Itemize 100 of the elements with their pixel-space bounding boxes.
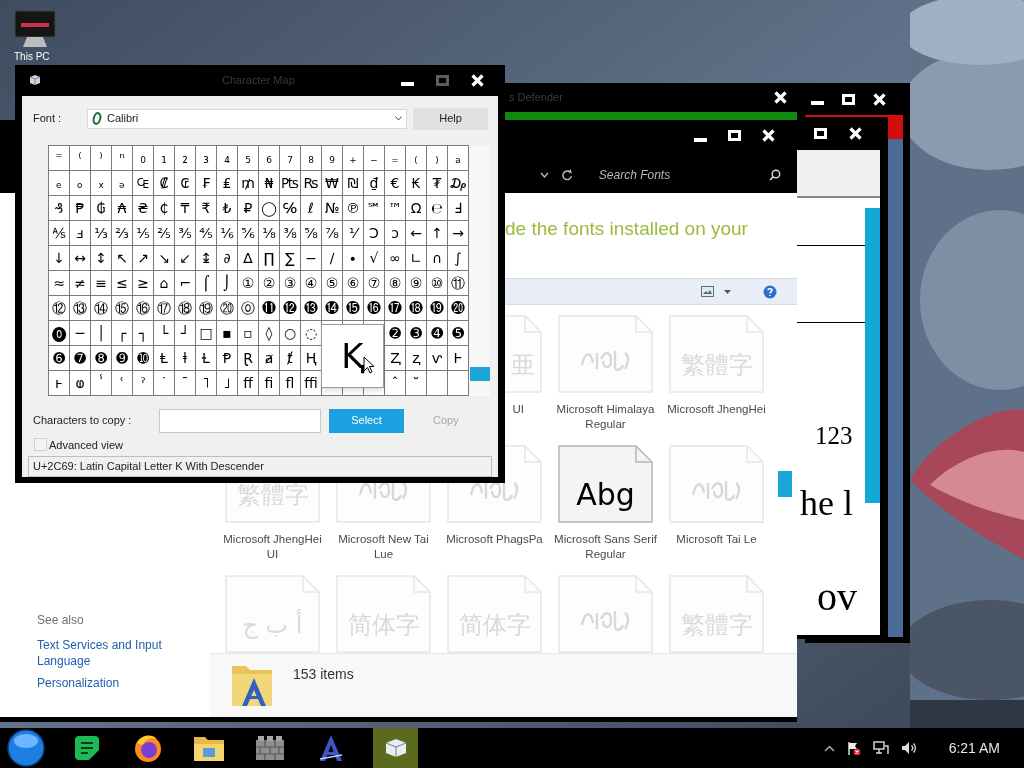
character-cell[interactable]: ℓ <box>301 195 321 220</box>
character-cell[interactable]: ⱷ <box>70 370 90 395</box>
character-cell[interactable]: ⅘ <box>196 220 216 245</box>
character-cell[interactable]: ₁ <box>154 145 174 170</box>
flag-icon[interactable] <box>846 740 861 756</box>
character-cell[interactable]: ℠ <box>364 195 384 220</box>
character-cell[interactable]: Ɫ <box>196 345 216 370</box>
character-cell[interactable]: ∩ <box>427 245 447 270</box>
character-cell[interactable]: ⑩ <box>427 270 447 295</box>
character-cell[interactable]: ↄ <box>385 220 405 245</box>
character-cell[interactable]: ⑦ <box>364 270 384 295</box>
character-cell[interactable]: ⁿ <box>112 145 132 170</box>
character-cell[interactable]: ⅛ <box>259 220 279 245</box>
character-cell[interactable]: ﬀ <box>238 370 258 395</box>
character-cell[interactable]: ➋ <box>385 320 405 345</box>
close-icon[interactable] <box>762 129 775 142</box>
character-cell[interactable]: ₍ <box>406 145 426 170</box>
related-link[interactable]: Text Services and Input Language <box>37 637 177 669</box>
character-cell[interactable]: ⱱ <box>427 345 447 370</box>
close-icon[interactable] <box>774 91 787 104</box>
character-cell[interactable]: ⱶ <box>49 370 69 395</box>
character-cell[interactable]: └ <box>154 320 174 345</box>
character-cell[interactable]: ↔ <box>70 245 90 270</box>
font-dropdown[interactable]: Calibri <box>87 108 407 129</box>
character-cell[interactable]: ➑ <box>91 345 111 370</box>
character-cell[interactable]: ₑ <box>49 170 69 195</box>
scrollbar-thumb[interactable] <box>865 208 880 503</box>
character-cell[interactable]: ₽ <box>238 195 258 220</box>
checkbox[interactable] <box>34 438 47 452</box>
character-cell[interactable]: ⸯ <box>91 370 111 395</box>
clock[interactable]: 6:21 AM <box>948 737 1000 759</box>
character-cell[interactable]: ↓ <box>49 245 69 270</box>
character-cell[interactable]: ∕ <box>322 245 342 270</box>
character-cell[interactable]: ➏ <box>49 345 69 370</box>
character-cell[interactable]: ▫ <box>238 320 258 345</box>
character-cell[interactable]: ↕ <box>91 245 111 270</box>
character-cell[interactable]: ₺ <box>217 195 237 220</box>
character-cell[interactable]: ﬁ <box>259 370 279 395</box>
character-cell[interactable]: ⓬ <box>280 295 300 320</box>
speaker-icon[interactable] <box>900 741 917 755</box>
character-cell[interactable]: ⑯ <box>133 295 153 320</box>
character-cell[interactable]: ⓭ <box>301 295 321 320</box>
character-cell[interactable]: → <box>448 220 468 245</box>
character-cell[interactable]: ≠ <box>70 270 90 295</box>
character-cell[interactable]: ① <box>238 270 258 295</box>
character-cell[interactable]: ⓯ <box>343 295 363 320</box>
character-cell[interactable]: ₢ <box>175 170 195 195</box>
character-cell[interactable]: ∆ <box>238 245 258 270</box>
cube-icon[interactable] <box>28 74 42 87</box>
character-cell[interactable]: ∏ <box>259 245 279 270</box>
character-cell[interactable]: ⓫ <box>259 295 279 320</box>
character-cell[interactable]: ⓴ <box>448 295 468 320</box>
character-cell[interactable] <box>427 370 447 395</box>
character-cell[interactable]: ⱦ <box>280 345 300 370</box>
search-icon[interactable] <box>769 168 781 181</box>
character-cell[interactable]: ₥ <box>238 170 258 195</box>
character-cell[interactable]: ₉ <box>322 145 342 170</box>
character-cell[interactable]: ™ <box>385 195 405 220</box>
character-cell[interactable]: ⑤ <box>322 270 342 295</box>
character-cell[interactable]: ₀ <box>133 145 153 170</box>
character-cell[interactable]: ⁼ <box>49 145 69 170</box>
search-field[interactable]: Search Fonts <box>598 165 758 184</box>
character-cell[interactable]: ⑪ <box>448 270 468 295</box>
view-icon[interactable] <box>701 286 714 297</box>
character-cell[interactable]: Ω <box>406 195 426 220</box>
character-cell[interactable]: ₃ <box>196 145 216 170</box>
character-cell[interactable]: ₎ <box>427 145 447 170</box>
character-cell[interactable]: Ɽ <box>238 345 258 370</box>
close-icon[interactable] <box>849 127 862 140</box>
character-cell[interactable]: ➓ <box>133 345 153 370</box>
character-cell[interactable]: ⅜ <box>280 220 300 245</box>
minimize-icon[interactable] <box>401 82 414 87</box>
character-cell[interactable]: ˆ <box>385 370 405 395</box>
character-cell[interactable]: ₡ <box>154 170 174 195</box>
character-cell[interactable]: ₨ <box>301 170 321 195</box>
character-cell[interactable]: ⑭ <box>91 295 111 320</box>
character-cell[interactable]: ⑮ <box>112 295 132 320</box>
character-cell[interactable]: ₠ <box>133 170 153 195</box>
character-cell[interactable]: ➍ <box>427 320 447 345</box>
character-cell[interactable]: ₅ <box>238 145 258 170</box>
character-cell[interactable]: Ⱶ <box>448 345 468 370</box>
character-cell[interactable]: ⓱ <box>385 295 405 320</box>
character-cell[interactable]: ≥ <box>133 270 153 295</box>
character-cell[interactable]: ₣ <box>196 170 216 195</box>
character-cell[interactable]: ➐ <box>70 345 90 370</box>
character-cell[interactable]: ∂ <box>217 245 237 270</box>
character-cell[interactable]: □ <box>196 320 216 345</box>
character-cell[interactable]: ﬂ <box>280 370 300 395</box>
character-cell[interactable]: ₧ <box>280 170 300 195</box>
character-cell[interactable]: ₄ <box>217 145 237 170</box>
character-cell[interactable]: Ⱨ <box>301 345 321 370</box>
character-cell[interactable]: Ⱡ <box>154 345 174 370</box>
character-cell[interactable]: ⅎ <box>70 220 90 245</box>
character-cell[interactable]: ↨ <box>196 245 216 270</box>
caret-down-icon[interactable] <box>724 289 731 294</box>
character-cell[interactable]: ˙ <box>154 370 174 395</box>
character-cell[interactable]: ₔ <box>112 170 132 195</box>
character-cell[interactable]: ₊ <box>343 145 363 170</box>
character-cell[interactable]: ② <box>259 270 279 295</box>
character-cell[interactable]: ₹ <box>196 195 216 220</box>
